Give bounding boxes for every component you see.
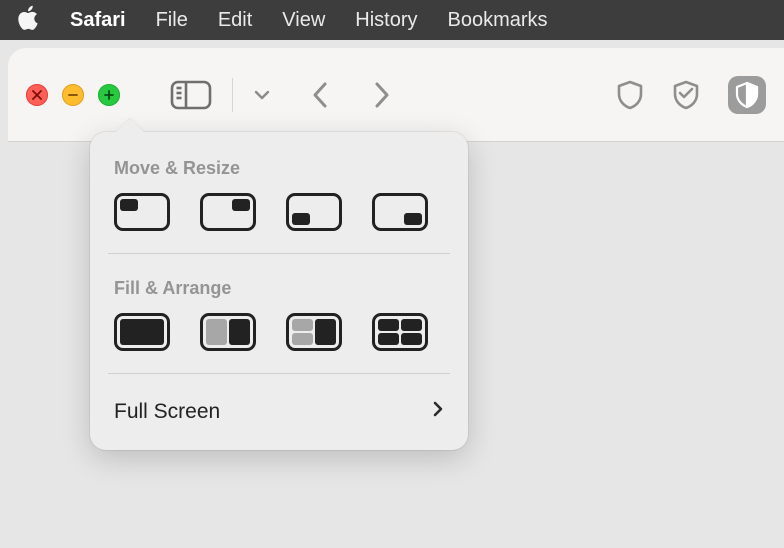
menubar-item-file[interactable]: File [156,9,188,32]
shield-check-icon[interactable] [672,79,700,111]
tile-quad-icon[interactable] [372,313,428,351]
move-resize-grid [90,193,468,253]
tile-fill-screen-icon[interactable] [114,313,170,351]
tile-top-left-icon[interactable] [114,193,170,231]
menubar-item-history[interactable]: History [355,9,417,32]
full-screen-label: Full Screen [114,400,220,424]
section-label-move-resize: Move & Resize [90,150,468,193]
popover-divider [108,373,450,374]
menubar-item-app[interactable]: Safari [70,9,126,32]
sidebar-controls [170,78,271,112]
forward-button-icon[interactable] [371,80,391,110]
tab-groups-dropdown-icon[interactable] [253,86,271,104]
tile-bottom-left-icon[interactable] [286,193,342,231]
toolbar-right-group [616,76,766,114]
apple-menu-icon[interactable] [18,5,40,35]
full-screen-menu-item[interactable]: Full Screen [90,390,468,440]
section-label-fill-arrange: Fill & Arrange [90,270,468,313]
tile-top-right-icon[interactable] [200,193,256,231]
toolbar-divider [232,78,233,112]
fill-arrange-grid [90,313,468,373]
tile-half-split-icon[interactable] [200,313,256,351]
window-tiling-popover: Move & Resize Fill & Arrange Full Screen [90,132,468,450]
window-close-button[interactable] [26,84,48,106]
shield-half-active-icon[interactable] [728,76,766,114]
menubar-item-view[interactable]: View [282,9,325,32]
window-minimize-button[interactable] [62,84,84,106]
macos-menubar: Safari File Edit View History Bookmarks [0,0,784,40]
menubar-item-bookmarks[interactable]: Bookmarks [448,9,548,32]
tile-three-up-icon[interactable] [286,313,342,351]
back-button-icon[interactable] [311,80,331,110]
popover-divider [108,253,450,254]
sidebar-toggle-icon[interactable] [170,79,212,111]
privacy-report-shield-icon[interactable] [616,79,644,111]
chevron-right-icon [432,400,444,424]
window-zoom-button[interactable] [98,84,120,106]
menubar-item-edit[interactable]: Edit [218,9,252,32]
window-controls [26,84,120,106]
tile-bottom-right-icon[interactable] [372,193,428,231]
navigation-controls [311,80,391,110]
